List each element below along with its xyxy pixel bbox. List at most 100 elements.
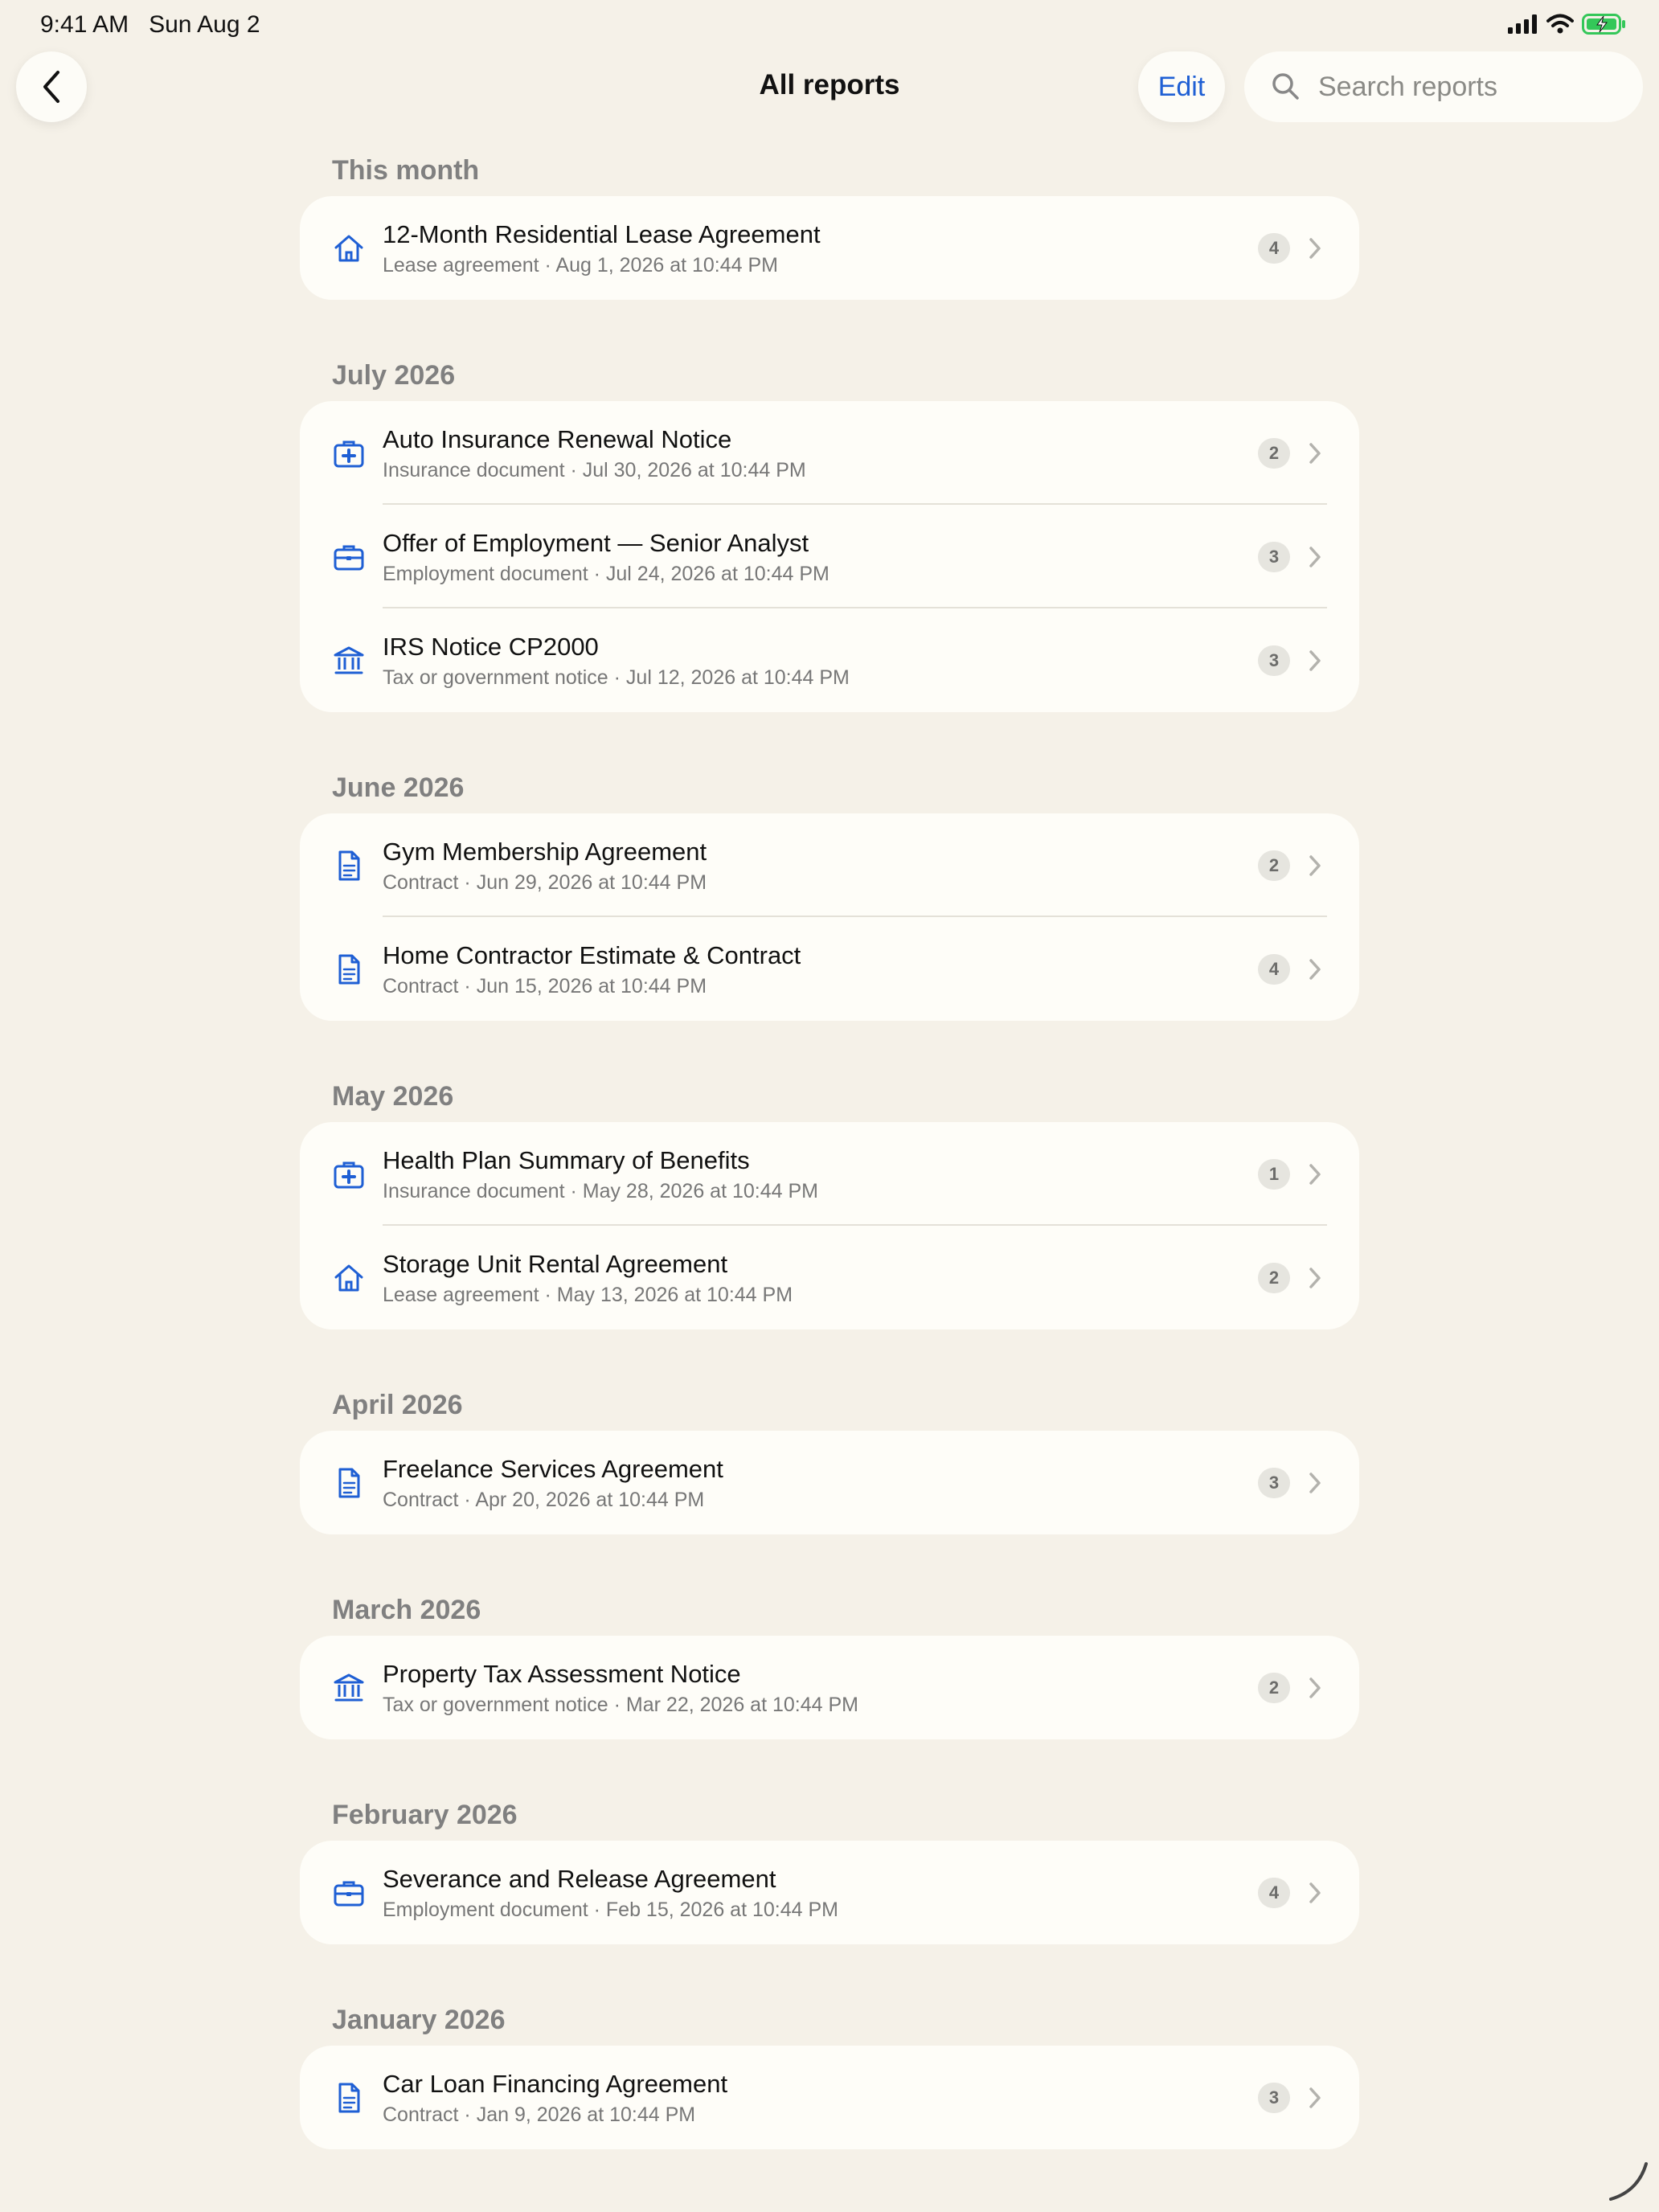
briefcase-icon [332, 540, 366, 574]
reports-list: This month 12-Month Residential Lease Ag… [300, 137, 1359, 2191]
house-icon [332, 231, 366, 265]
report-section: June 2026 Gym Membership Agreement Contr… [300, 754, 1359, 1021]
chevron-right-icon [1308, 236, 1322, 260]
chevron-right-icon [1308, 1162, 1322, 1186]
document-icon [332, 849, 366, 883]
report-row[interactable]: 12-Month Residential Lease Agreement Lea… [300, 196, 1359, 300]
chevron-right-icon [1308, 854, 1322, 878]
status-time: 9:41 AM Sun Aug 2 [40, 11, 260, 39]
chevron-right-icon [1308, 1266, 1322, 1290]
section-header: May 2026 [332, 1081, 454, 1112]
report-group-card: Property Tax Assessment Notice Tax or go… [300, 1636, 1359, 1739]
report-group-card: Car Loan Financing Agreement Contract · … [300, 2046, 1359, 2149]
report-title: Gym Membership Agreement [383, 838, 707, 866]
wifi-icon [1546, 14, 1574, 34]
section-header: April 2026 [332, 1390, 463, 1420]
report-section: January 2026 Car Loan Financing Agreemen… [300, 1986, 1359, 2149]
document-icon [332, 2081, 366, 2115]
report-row[interactable]: Car Loan Financing Agreement Contract · … [300, 2046, 1359, 2149]
chevron-right-icon [1308, 1471, 1322, 1495]
count-badge: 3 [1258, 645, 1290, 676]
document-icon [332, 952, 366, 986]
report-title: Home Contractor Estimate & Contract [383, 941, 801, 969]
report-row[interactable]: Gym Membership Agreement Contract · Jun … [300, 813, 1359, 917]
status-bar: 9:41 AM Sun Aug 2 [0, 0, 1659, 51]
count-badge: 4 [1258, 1878, 1290, 1908]
section-header: July 2026 [332, 360, 456, 391]
report-group-card: Freelance Services Agreement Contract · … [300, 1431, 1359, 1534]
report-row[interactable]: Severance and Release Agreement Employme… [300, 1841, 1359, 1944]
cellular-signal-icon [1508, 14, 1537, 34]
report-group-card: 12-Month Residential Lease Agreement Lea… [300, 196, 1359, 300]
report-group-card: Severance and Release Agreement Employme… [300, 1841, 1359, 1944]
report-row[interactable]: IRS Notice CP2000 Tax or government noti… [300, 608, 1359, 712]
status-time-label: 9:41 AM [40, 11, 129, 38]
report-section: February 2026 Severance and Release Agre… [300, 1781, 1359, 1944]
report-title: Offer of Employment — Senior Analyst [383, 529, 809, 557]
report-row[interactable]: Home Contractor Estimate & Contract Cont… [300, 917, 1359, 1021]
status-icons [1508, 13, 1627, 35]
report-subtitle: Employment document · Jul 24, 2026 at 10… [383, 563, 830, 585]
report-row[interactable]: Property Tax Assessment Notice Tax or go… [300, 1636, 1359, 1739]
report-title: Property Tax Assessment Notice [383, 1660, 741, 1688]
report-subtitle: Tax or government notice · Mar 22, 2026 … [383, 1694, 858, 1716]
report-group-card: Auto Insurance Renewal Notice Insurance … [300, 401, 1359, 712]
briefcase-icon [332, 1876, 366, 1910]
report-subtitle: Contract · Jun 29, 2026 at 10:44 PM [383, 871, 707, 894]
report-row[interactable]: Health Plan Summary of Benefits Insuranc… [300, 1122, 1359, 1226]
report-title: Freelance Services Agreement [383, 1455, 723, 1483]
section-header: January 2026 [332, 2005, 506, 2035]
section-header: June 2026 [332, 772, 465, 803]
count-badge: 3 [1258, 542, 1290, 572]
resize-handle-icon [1609, 2162, 1648, 2201]
medical-case-icon [332, 1157, 366, 1191]
report-title: Auto Insurance Renewal Notice [383, 425, 732, 453]
battery-charging-icon [1582, 14, 1625, 35]
report-row[interactable]: Storage Unit Rental Agreement Lease agre… [300, 1226, 1359, 1329]
navigation-bar: All reports Edit [0, 51, 1659, 129]
status-date-label: Sun Aug 2 [149, 11, 260, 38]
report-subtitle: Contract · Jan 9, 2026 at 10:44 PM [383, 2103, 696, 2126]
report-subtitle: Insurance document · Jul 30, 2026 at 10:… [383, 459, 806, 481]
count-badge: 3 [1258, 1468, 1290, 1498]
search-field[interactable] [1244, 51, 1643, 122]
report-section: This month 12-Month Residential Lease Ag… [300, 137, 1359, 300]
count-badge: 2 [1258, 1673, 1290, 1703]
report-subtitle: Insurance document · May 28, 2026 at 10:… [383, 1180, 818, 1202]
report-subtitle: Contract · Apr 20, 2026 at 10:44 PM [383, 1489, 705, 1511]
bank-building-icon [332, 644, 366, 678]
chevron-right-icon [1308, 2086, 1322, 2110]
chevron-right-icon [1308, 1676, 1322, 1700]
chevron-right-icon [1308, 1881, 1322, 1905]
count-badge: 1 [1258, 1159, 1290, 1190]
report-section: April 2026 Freelance Services Agreement … [300, 1371, 1359, 1534]
section-header: February 2026 [332, 1800, 518, 1830]
report-subtitle: Tax or government notice · Jul 12, 2026 … [383, 666, 850, 689]
report-row[interactable]: Auto Insurance Renewal Notice Insurance … [300, 401, 1359, 505]
report-group-card: Gym Membership Agreement Contract · Jun … [300, 813, 1359, 1021]
count-badge: 4 [1258, 954, 1290, 985]
bank-building-icon [332, 1671, 366, 1705]
search-input[interactable] [1317, 70, 1625, 104]
chevron-right-icon [1308, 957, 1322, 981]
count-badge: 2 [1258, 850, 1290, 881]
count-badge: 4 [1258, 233, 1290, 264]
report-row[interactable]: Offer of Employment — Senior Analyst Emp… [300, 505, 1359, 608]
report-subtitle: Employment document · Feb 15, 2026 at 10… [383, 1899, 838, 1921]
report-row[interactable]: Freelance Services Agreement Contract · … [300, 1431, 1359, 1534]
report-section: May 2026 Health Plan Summary of Benefits… [300, 1063, 1359, 1329]
report-title: Storage Unit Rental Agreement [383, 1250, 728, 1278]
document-icon [332, 1466, 366, 1500]
report-title: 12-Month Residential Lease Agreement [383, 220, 821, 248]
house-icon [332, 1261, 366, 1295]
section-header: This month [332, 155, 480, 186]
count-badge: 3 [1258, 2083, 1290, 2113]
report-section: March 2026 Property Tax Assessment Notic… [300, 1576, 1359, 1739]
edit-button[interactable]: Edit [1138, 51, 1225, 122]
report-title: IRS Notice CP2000 [383, 633, 599, 661]
report-title: Health Plan Summary of Benefits [383, 1146, 750, 1174]
count-badge: 2 [1258, 1263, 1290, 1293]
report-subtitle: Lease agreement · Aug 1, 2026 at 10:44 P… [383, 254, 779, 276]
chevron-right-icon [1308, 649, 1322, 673]
report-subtitle: Contract · Jun 15, 2026 at 10:44 PM [383, 975, 707, 997]
